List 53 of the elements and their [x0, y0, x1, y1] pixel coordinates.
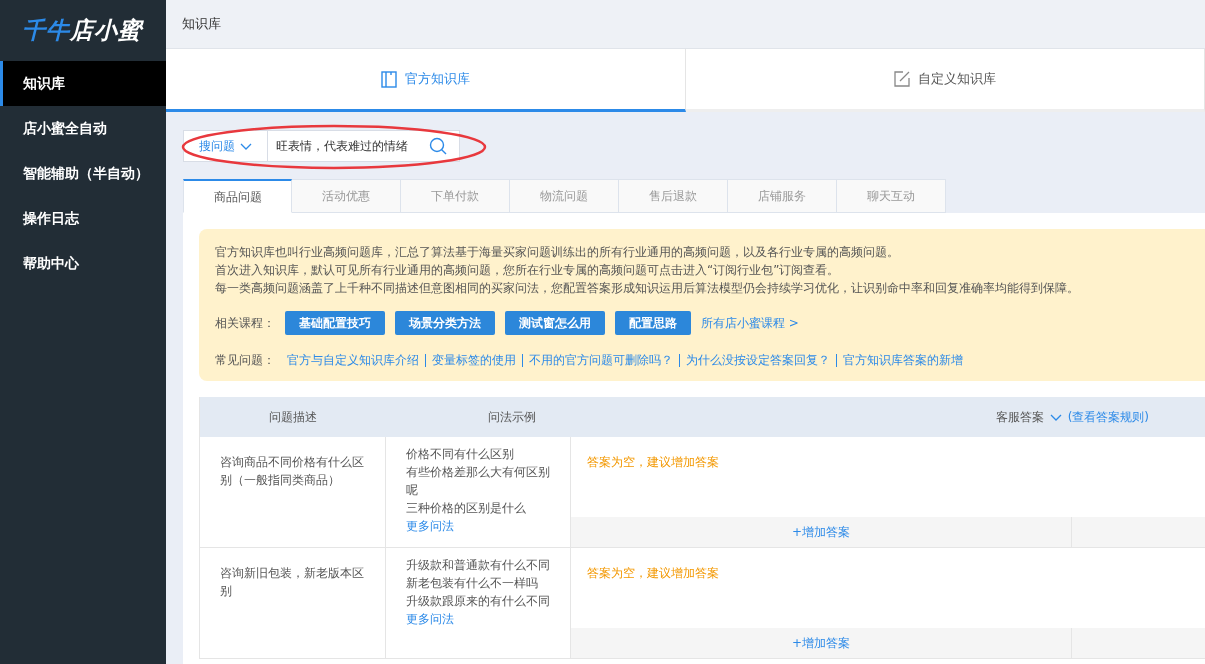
sidebar-item[interactable]: 帮助中心	[0, 241, 166, 286]
example-text: 升级款和普通款有什么不同	[406, 557, 550, 574]
faq-link[interactable]: 为什么没按设定答案回复？	[679, 353, 836, 367]
rules-link[interactable]: (查看答案规则)	[1067, 408, 1149, 426]
category-tab[interactable]: 聊天互动	[837, 179, 946, 213]
more-link[interactable]: 更多问法	[406, 612, 454, 626]
chevron-icon	[240, 142, 252, 150]
faq-link[interactable]: 官方与自定义知识库介绍	[287, 353, 425, 367]
notice-text: 首次进入知识库，默认可见所有行业通用的高频问题，您所在行业专属的高频问题可点击进入“订阅行业包”订阅查看。	[215, 262, 841, 279]
empty-answer-text: 答案为空，建议增加答案	[587, 566, 719, 580]
edit-icon	[893, 71, 910, 87]
tab[interactable]: 自定义知识库	[685, 49, 1205, 112]
example-text: 升级款跟原来的有什么不同	[406, 593, 550, 610]
category-tab[interactable]: 物流问题	[510, 179, 619, 213]
page-title: 知识库	[182, 15, 221, 34]
course-button[interactable]: 场景分类方法	[395, 311, 495, 335]
category-tab[interactable]: 商品问题	[183, 179, 292, 213]
column-header: 问法示例	[486, 409, 537, 426]
faq-label: 常见问题：	[215, 352, 275, 369]
example-text: 三种价格的区别是什么	[406, 500, 527, 517]
chevron-icon[interactable]	[1049, 413, 1062, 421]
category-tab[interactable]: 售后退款	[619, 179, 728, 213]
table-cell: 咨询新旧包装，新老版本区别	[200, 548, 386, 658]
category-tab[interactable]: 店铺服务	[728, 179, 837, 213]
course-button[interactable]: 配置思路	[615, 311, 691, 335]
app-logo: 千牛店小蜜	[22, 16, 142, 46]
course-button[interactable]: 测试窗怎么用	[505, 311, 605, 335]
courses-link[interactable]: 所有店小蜜课程 >	[701, 314, 799, 332]
more-link[interactable]: 更多问法	[406, 519, 454, 533]
category-tab[interactable]: 下单付款	[401, 179, 510, 213]
column-header: 客服答案	[995, 409, 1044, 426]
sidebar-item[interactable]: 智能辅助（半自动）	[0, 151, 166, 196]
faq-link[interactable]: 不用的官方问题可删除吗？	[522, 353, 679, 367]
search-field[interactable]: 搜问题 旺表情，代表难过的情绪	[183, 130, 460, 162]
courses-label: 相关课程：	[215, 315, 275, 332]
faq-link[interactable]: 官方知识库答案的新增	[836, 353, 969, 367]
example-text: 价格不同有什么区别	[406, 446, 515, 463]
example-text: 有些价格差那么大有何区别呢	[406, 464, 550, 499]
example-text: 新老包装有什么不一样吗	[406, 575, 539, 592]
faq-link[interactable]: 变量标签的使用	[425, 353, 522, 367]
sidebar-item[interactable]: 知识库	[0, 61, 166, 106]
sidebar-item[interactable]: 店小蜜全自动	[0, 106, 166, 151]
table-cell: 咨询商品不同价格有什么区别（一般指同类商品）	[200, 437, 386, 547]
notice-text: 每一类高频问题涵盖了上千种不同描述但意图相同的买家问法，您配置答案形成知识运用后算法模型仍会持续学习优化，让识别命中率和回复准确率均能得到保障。	[215, 280, 1080, 297]
course-button[interactable]: 基础配置技巧	[285, 311, 385, 335]
notice-text: 官方知识库也叫行业高频问题库，汇总了算法基于海量买家问题训练出的所有行业通用的高频问题，以及各行业专属的高频问题。	[215, 244, 900, 261]
search-icon[interactable]	[429, 137, 447, 155]
sidebar-item[interactable]: 操作日志	[0, 196, 166, 241]
column-header: 问题描述	[268, 409, 318, 426]
category-tab[interactable]: 活动优惠	[292, 179, 401, 213]
tab[interactable]: 官方知识库	[166, 49, 686, 112]
empty-answer-text: 答案为空，建议增加答案	[587, 455, 719, 469]
book-icon	[380, 70, 397, 88]
